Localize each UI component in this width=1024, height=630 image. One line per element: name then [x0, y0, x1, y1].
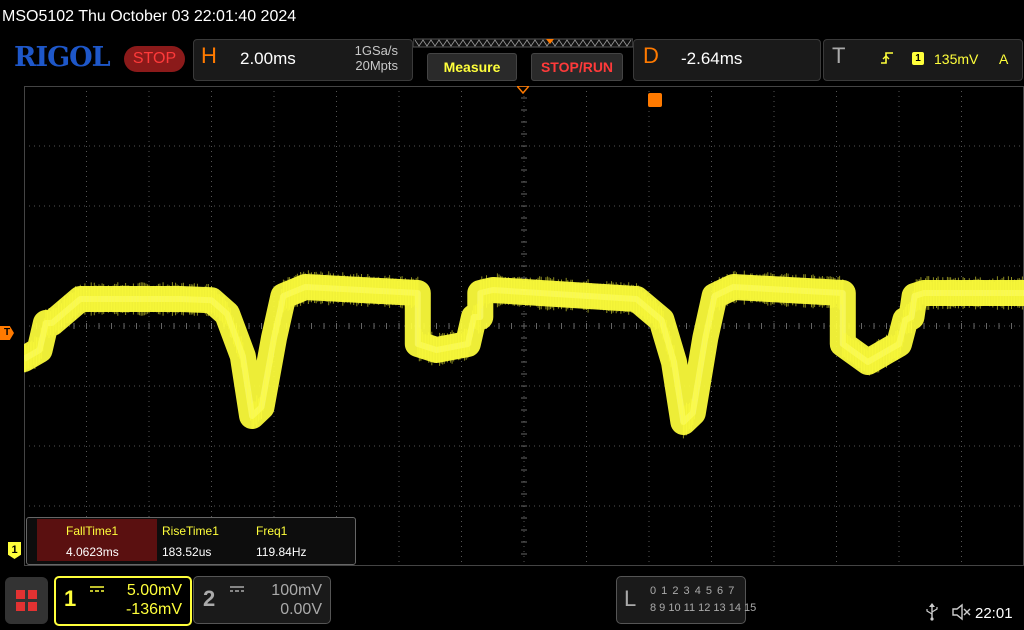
ch1-ground-marker[interactable]: 1 — [8, 542, 21, 559]
model-datetime: MSO5102 Thu October 03 22:01:40 2024 — [2, 8, 297, 25]
measure-name-freq: Freq1 — [256, 524, 288, 538]
la-channels-row1: 0 1 2 3 4 5 6 7 — [650, 585, 736, 597]
usb-icon — [926, 603, 938, 621]
sound-off-icon[interactable] — [951, 603, 971, 621]
measure-value-risetime: 183.52us — [162, 545, 212, 559]
memory-position-strip — [413, 38, 633, 48]
dc-coupling-icon — [230, 586, 244, 592]
logic-analyzer-label: L — [624, 586, 637, 611]
sample-rate: 1GSa/s — [354, 43, 398, 58]
channel2-scale: 100mV — [271, 582, 322, 599]
trigger-position-marker — [517, 86, 529, 94]
channel2-offset: 0.00V — [280, 601, 322, 618]
trigger-level: 135mV — [934, 51, 979, 67]
timebase-value: 2.00ms — [240, 49, 296, 68]
delay-value: -2.64ms — [681, 49, 743, 68]
channel1-number: 1 — [64, 586, 77, 611]
trigger-level-marker[interactable]: T — [0, 326, 14, 340]
channel2-number: 2 — [203, 586, 216, 611]
delay-position-marker[interactable] — [648, 93, 662, 107]
measure-value-freq: 119.84Hz — [256, 545, 307, 559]
channel1-offset: -136mV — [125, 601, 182, 618]
home-button[interactable] — [5, 577, 48, 624]
trigger-label: T — [832, 43, 846, 68]
run-status-badge[interactable]: STOP — [124, 46, 185, 72]
delay-label: D — [643, 43, 659, 68]
trigger-mode: A — [999, 51, 1009, 67]
rigol-logo: RIGOL — [14, 42, 111, 73]
rising-edge-icon — [881, 52, 893, 64]
measure-button[interactable]: Measure — [427, 53, 517, 81]
clock: 22:01 — [975, 605, 1013, 622]
measure-name-risetime: RiseTime1 — [162, 524, 219, 538]
grid-menu-icon — [16, 590, 37, 611]
dc-coupling-icon — [90, 586, 104, 592]
horizontal-label: H — [201, 43, 217, 68]
waveform-grid[interactable] — [24, 86, 1024, 566]
la-channels-row2: 8 9 10 11 12 13 14 15 — [650, 602, 757, 614]
trigger-source-badge: 1 — [912, 52, 924, 65]
measure-name-falltime: FallTime1 — [66, 524, 119, 538]
memory-depth: 20Mpts — [355, 58, 398, 73]
channel1-scale: 5.00mV — [126, 582, 182, 599]
stop-run-button[interactable]: STOP/RUN — [531, 53, 623, 81]
measure-value-falltime: 4.0623ms — [66, 545, 119, 559]
